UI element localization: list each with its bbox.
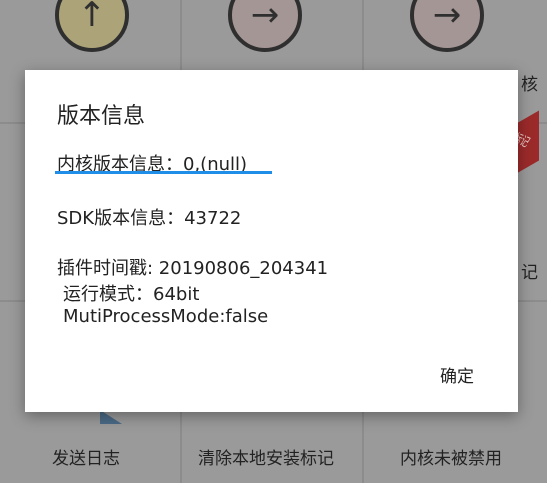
kernel-not-disabled-button[interactable]: 内核未被禁用	[400, 444, 502, 469]
upload-arrow-icon[interactable]: ↑	[55, 0, 129, 52]
clear-install-flag-button[interactable]: 清除本地安装标记	[198, 444, 334, 469]
forward-arrow-icon[interactable]: →	[228, 0, 302, 52]
multi-process-mode-text: MutiProcessMode:false	[63, 306, 269, 327]
log-icon	[100, 410, 122, 424]
grid-item-label-partial: 记	[521, 263, 538, 283]
highlight-underline	[55, 171, 272, 174]
ok-button[interactable]: 确定	[436, 358, 478, 391]
version-info-dialog: 版本信息 内核版本信息：0,(null) SDK版本信息：43722 插件时间戳…	[25, 70, 518, 412]
sdk-version-text: SDK版本信息：43722	[57, 208, 242, 229]
grid-item-label-partial: 核	[521, 75, 538, 95]
run-mode-text: 运行模式：64bit	[63, 284, 200, 305]
plugin-timestamp-text: 插件时间戳: 20190806_204341	[57, 258, 329, 279]
dialog-title: 版本信息	[57, 104, 146, 129]
forward-arrow-icon[interactable]: →	[410, 0, 484, 52]
send-log-button[interactable]: 发送日志	[52, 444, 120, 469]
